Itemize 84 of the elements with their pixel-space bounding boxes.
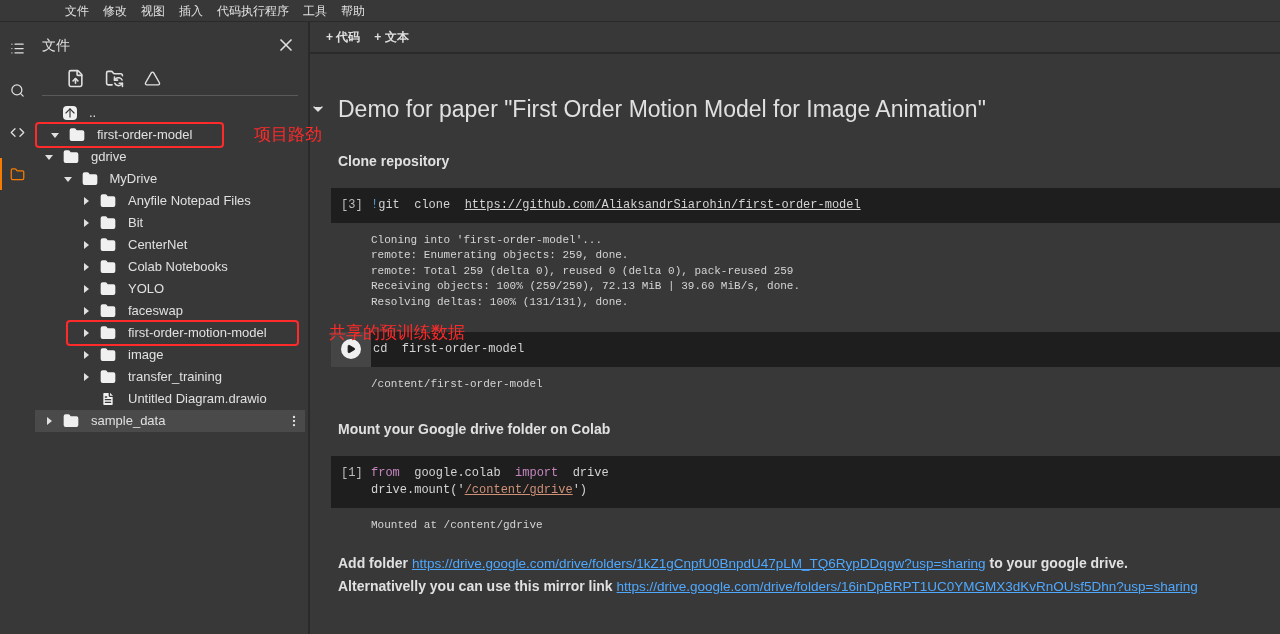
menu-item[interactable]: 修改 [103,1,127,20]
code-line: cd first-order-model [373,341,526,359]
folder-name: CenterNet [128,236,188,255]
folder-icon [100,193,116,209]
menu-item[interactable]: 帮助 [341,1,365,20]
section-heading: Mount your Google drive folder on Colab [338,420,612,440]
output-line: Cloning into 'first-order-model'... [371,232,604,248]
output-line: /content/first-order-model [371,377,544,393]
tree-row[interactable]: image [35,344,305,366]
folder-icon [100,259,116,275]
tree-row[interactable]: .. [35,102,305,124]
refresh-folder-icon[interactable] [105,69,124,88]
upload-icon[interactable] [66,69,85,88]
tree-row[interactable]: Untitled Diagram.drawio [35,388,305,410]
folder-name: MyDrive [109,170,158,189]
output-line: remote: Enumerating objects: 259, done. [371,248,630,264]
menu-item[interactable]: 文件 [65,1,89,20]
folder-icon [100,303,116,319]
folder-icon [81,171,98,187]
output-line: Receiving objects: 100% (259/259), 72.13 MiB | 39.60 MiB/s, done. [371,279,802,295]
folder-name: gdrive [91,148,127,167]
folder-icon [9,166,25,182]
folder-icon [69,127,85,143]
code-line: from google.colab import drive [371,465,610,483]
tree-row[interactable]: first-order-model [35,122,225,148]
tree-row[interactable]: gdrive [35,146,305,168]
folder-name: YOLO [128,280,165,299]
notebook-heading: Demo for paper "First Order Motion Model for Image Animation" [338,95,986,124]
folder-name: faceswap [128,302,183,321]
output-line: Resolving deltas: 100% (131/131), done. [371,294,630,310]
folder-icon [63,413,79,429]
folder-name: Bit [128,214,144,233]
folder-name: Colab Notebooks [128,258,228,277]
sidebar-title: 文件 [42,35,70,55]
play-icon [346,344,356,355]
folder-icon [100,325,116,341]
folder-name: image [128,346,164,365]
paragraph: Add folder https://drive.google.com/drive/folders/1kZ1gCnpfU0BnpdU47pLM_TQ6RypDDqgw?usp=sharing to your google drive. [338,553,1129,573]
tree-row[interactable]: MyDrive [35,168,305,190]
tree-row[interactable]: faceswap [35,300,305,322]
search-icon [9,82,25,98]
drive-link[interactable]: https://drive.google.com/drive/folders/16inDpBRPT1UC0YMGMX3dKvRnOUsf5Dhn?usp=sharing [616,578,1198,594]
output-line: Mounted at /content/gdrive [371,518,544,534]
menu-icon [9,40,25,56]
tree-row[interactable]: Anyfile Notepad Files [35,190,305,212]
folder-name: transfer_training [128,368,222,387]
paragraph: Alternativelly you can use this mirror link https://drive.google.com/drive/folders/16inDpBRPT1UC0YMGMX3dKvRnOUsf5Dhn?usp=sharing [338,576,1199,596]
folder-name: Anyfile Notepad Files [128,192,251,211]
run-button[interactable] [341,339,361,360]
folder-name: first-order-motion-model [128,324,267,343]
code-cell[interactable]: [1] from google.colab import drive drive.mount('/content/gdrive') [331,456,1280,509]
tree-row[interactable]: YOLO [35,278,305,300]
execution-count: [1] [340,465,364,483]
tree-row[interactable]: transfer_training [35,366,305,388]
folder-name: first-order-model [97,126,193,145]
execution-count: [3] [340,196,364,214]
tree-row[interactable]: Colab Notebooks [35,256,305,278]
add-cell-button[interactable]: + 文本 [374,28,409,46]
folder-icon [100,281,116,297]
menu-item[interactable]: 工具 [303,1,327,20]
folder-name: sample_data [91,412,166,431]
folder-name: .. [89,104,97,123]
add-cell-button[interactable]: + 代码 [326,28,361,46]
section-heading: Clone repository [338,151,451,171]
menu-item[interactable]: 代码执行程序 [217,1,289,20]
tree-row[interactable]: Bit [35,212,305,234]
file-icon [100,391,116,407]
folder-icon [100,237,116,253]
menu-item[interactable]: 视图 [141,1,165,20]
code-cell[interactable]: [3] !git clone https://github.com/AliaksandrSiarohin/first-order-model [331,187,1280,223]
folder-icon [100,215,116,231]
menu-item[interactable]: 插入 [179,1,203,20]
folder-icon [100,347,116,363]
tree-row[interactable]: first-order-motion-model [66,320,299,346]
folder-icon [63,149,79,165]
file-name: Untitled Diagram.drawio [128,390,267,409]
tree-row[interactable]: sample_data [35,410,305,432]
code-line: drive.mount('/content/gdrive') [371,482,589,500]
code-line: !git clone https://github.com/AliaksandrSiarohin/first-order-model [371,196,862,214]
tree-row[interactable]: CenterNet [35,234,305,256]
output-line: remote: Total 259 (delta 0), reused 0 (delta 0), pack-reused 259 [371,263,795,279]
drive-link[interactable]: https://drive.google.com/drive/folders/1kZ1gCnpfU0BnpdU47pLM_TQ6RypDDqgw?usp=sharing [411,555,986,571]
annotation-text: 项目路劲 [254,124,323,146]
folder-icon [100,369,116,385]
